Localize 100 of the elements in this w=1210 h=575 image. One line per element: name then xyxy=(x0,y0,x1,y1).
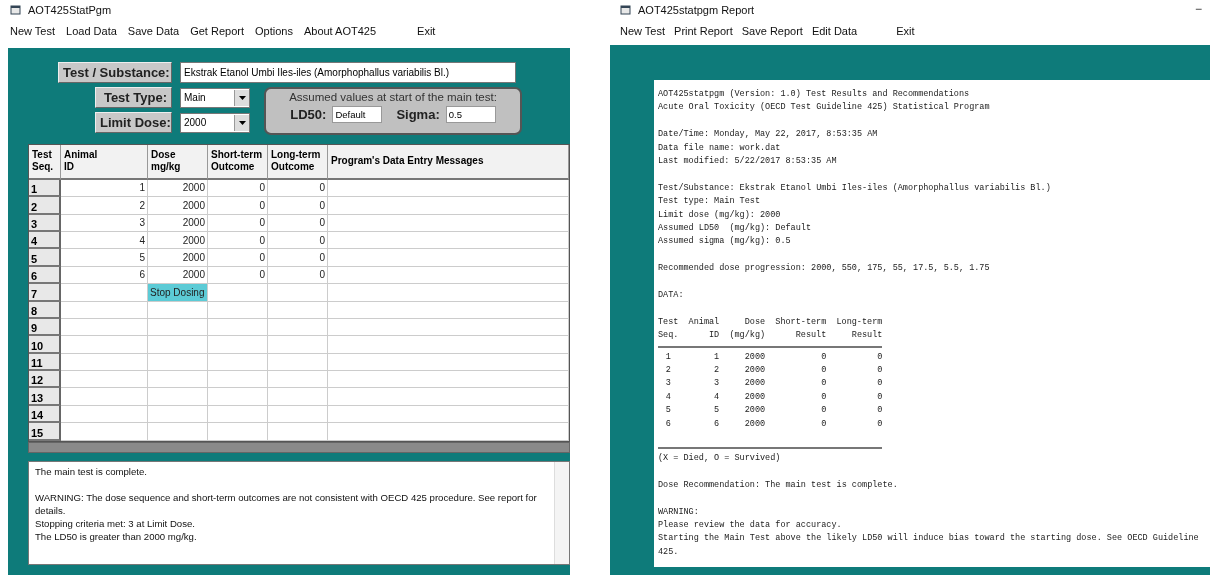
report-line: Last modified: 5/22/2017 8:53:35 AM xyxy=(658,155,838,168)
menu-item[interactable]: New Test xyxy=(620,25,666,37)
row-number: 15 xyxy=(29,423,61,441)
table-cell[interactable] xyxy=(208,371,268,389)
report-cell-text: 0 xyxy=(820,377,827,391)
table-cell[interactable] xyxy=(268,423,328,441)
report-line: DATA: xyxy=(658,289,685,303)
limit-dose-dropdown[interactable]: 2000 xyxy=(180,112,250,133)
menu-item[interactable]: Print Report xyxy=(674,25,733,37)
table-cell[interactable] xyxy=(328,336,569,354)
caret-icon xyxy=(238,95,246,100)
menu-item[interactable]: Edit Data xyxy=(811,25,858,37)
table-cell[interactable] xyxy=(61,284,148,302)
report-cell-text: 0 xyxy=(820,350,827,364)
message-text: WARNING: The dose sequence and short-term outcomes are not consistent with OECD 425 procedure. See report for details. xyxy=(35,490,538,517)
report-line: (X = Died, O = Survived) xyxy=(658,452,782,466)
report-column-header: Short-term xyxy=(774,315,827,329)
table-cell[interactable] xyxy=(268,371,328,389)
report-cell-text: 2 xyxy=(664,364,672,378)
table-cell[interactable] xyxy=(328,197,569,215)
table-cell[interactable] xyxy=(268,336,328,354)
test-type-dropdown[interactable]: Main xyxy=(180,87,250,108)
table-cell[interactable] xyxy=(328,371,569,389)
report-line: Recommended dose progression: 2000, 550, 175, 55, 17.5, 5.5, 1.75 xyxy=(658,262,991,276)
table-cell[interactable]: 0 xyxy=(208,249,268,267)
table-cell[interactable] xyxy=(208,423,268,441)
table-cell[interactable] xyxy=(328,249,569,267)
report-column-header: Seq. xyxy=(658,329,679,343)
substance-field[interactable]: Ekstrak Etanol Umbi Iles-iles (Amorphophallus variabilis Bl.) xyxy=(180,62,516,83)
table-cell[interactable]: 0 xyxy=(268,197,328,215)
table-cell[interactable] xyxy=(328,284,569,302)
row-number: 2 xyxy=(29,197,61,215)
table-cell[interactable]: 0 xyxy=(268,249,328,267)
table-cell[interactable] xyxy=(268,388,328,406)
report-cell-text: 0 xyxy=(820,404,827,418)
window-icon xyxy=(620,4,632,16)
row-number: 5 xyxy=(29,249,61,267)
minimize-button[interactable]: − xyxy=(1195,2,1202,16)
table-cell[interactable] xyxy=(328,388,569,406)
report-line: 425. xyxy=(658,545,680,559)
table-cell[interactable]: Stop Dosing xyxy=(148,284,208,302)
window-icon xyxy=(10,4,22,16)
table-cell[interactable] xyxy=(148,336,208,354)
report-cell-text: 5 xyxy=(713,404,720,418)
report-line: Dose Recommendation: The main test is complete. xyxy=(658,478,899,492)
menu-item[interactable]: Save Data xyxy=(127,25,180,37)
table-cell[interactable] xyxy=(61,423,148,441)
table-cell[interactable] xyxy=(61,388,148,406)
table-cell[interactable]: 0 xyxy=(208,197,268,215)
table-cell[interactable] xyxy=(328,423,569,441)
report-cell-text: 0 xyxy=(876,417,883,431)
row-number: 7 xyxy=(29,284,61,302)
caret-icon xyxy=(238,120,246,125)
menu-item[interactable]: Options xyxy=(255,25,293,37)
table-cell[interactable]: 2000 xyxy=(148,197,208,215)
report-cell-text: 2 xyxy=(713,364,720,378)
sigma-field[interactable]: 0.5 xyxy=(445,106,496,123)
report-cell-text: 0 xyxy=(820,390,827,404)
table-cell[interactable] xyxy=(148,388,208,406)
report-line: AOT425statpgm (Version: 1.0) Test Results and Recommendations xyxy=(658,88,971,101)
table-cell[interactable] xyxy=(148,371,208,389)
ld50-field[interactable]: Default xyxy=(332,106,383,123)
column-header: Dose mg/kg xyxy=(148,145,208,180)
report-cell-text: 0 xyxy=(820,417,827,431)
message-text: The main test is complete. xyxy=(35,464,148,478)
table-cell[interactable]: 2 xyxy=(61,197,148,215)
table-cell[interactable]: 2000 xyxy=(148,249,208,267)
panel-title: Assumed values at start of the main test: xyxy=(289,91,497,103)
table-cell[interactable] xyxy=(208,388,268,406)
report-column-header: Dose xyxy=(743,315,766,329)
message-text: Stopping criteria met: 3 at Limit Dose. xyxy=(35,516,196,530)
table-cell[interactable] xyxy=(61,336,148,354)
report-column-header: ID xyxy=(708,329,720,343)
report-line: Test/Substance: Ekstrak Etanol Umbi Iles-iles (Amorphophallus variabilis Bl.) xyxy=(658,181,1052,195)
report-line: WARNING: xyxy=(658,505,700,519)
report-line: Assumed sigma (mg/kg): 0.5 xyxy=(658,235,792,249)
table-cell[interactable] xyxy=(148,423,208,441)
report-column-header: Animal xyxy=(687,315,720,329)
report-cell-text: 0 xyxy=(820,364,827,378)
message-text: The LD50 is greater than 2000 mg/kg. xyxy=(35,529,198,543)
table-cell[interactable] xyxy=(208,336,268,354)
menu-item[interactable]: Save Report xyxy=(741,25,803,37)
report-column-header: Result xyxy=(850,329,883,343)
table-cell[interactable] xyxy=(61,371,148,389)
table-cell[interactable]: 5 xyxy=(61,249,148,267)
menu-item[interactable]: New Test xyxy=(10,25,56,37)
table-cell[interactable] xyxy=(268,284,328,302)
table-cell[interactable] xyxy=(208,284,268,302)
menu-item[interactable]: Get Report xyxy=(190,25,244,37)
row-number: 13 xyxy=(29,388,61,406)
menu-item[interactable]: Exit xyxy=(896,25,915,37)
report-cell-text: 4 xyxy=(713,390,720,404)
report-cell-text: 6 xyxy=(713,417,720,431)
scroll-bar[interactable] xyxy=(28,441,570,453)
report-cell-text: 0 xyxy=(876,350,883,364)
menu-item[interactable]: About AOT425 xyxy=(303,25,377,37)
menu-item[interactable]: Load Data xyxy=(66,25,117,37)
menu-item[interactable]: Exit xyxy=(417,25,436,37)
field-label: LD50: xyxy=(290,107,327,122)
row-number: 10 xyxy=(29,336,61,354)
